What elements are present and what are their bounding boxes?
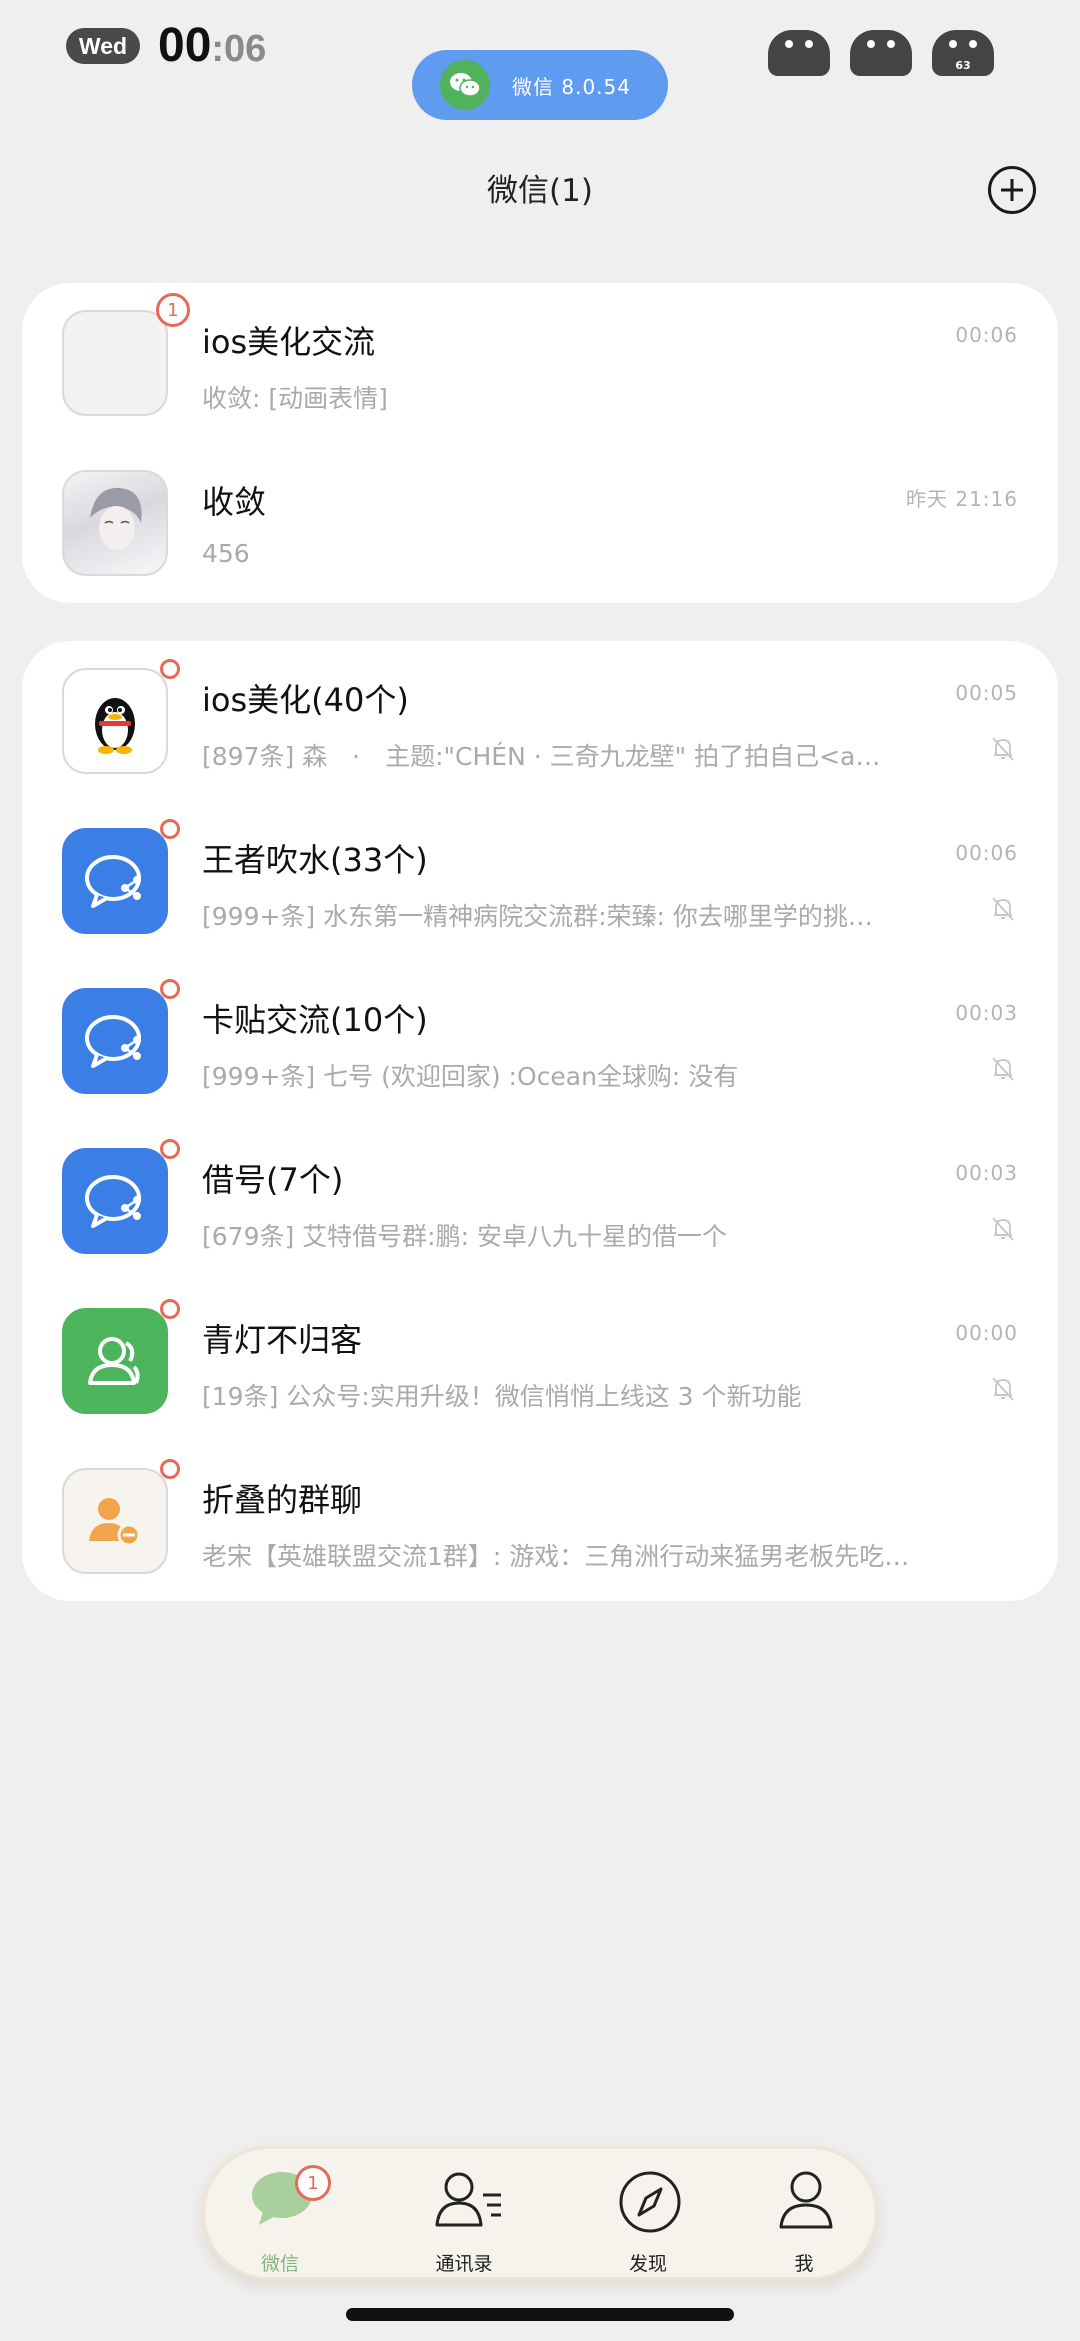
chat-title: 王者吹水(33个) [202, 841, 428, 879]
contact-avatar [62, 470, 168, 576]
chat-time: 00:03 [955, 1001, 1018, 1025]
chat-preview: [679条] 艾特借号群:鹏: 安卓八九十星的借一个 [202, 1222, 727, 1251]
battery-pet-icon: 63 [932, 30, 994, 76]
unread-dot [160, 1459, 180, 1479]
chat-row-shoulian[interactable]: 收敛 456 昨天 21:16 [22, 443, 1058, 603]
unread-badge: 1 [156, 293, 190, 327]
chat-time: 00:06 [955, 323, 1018, 347]
chat-title: ios美化交流 [202, 323, 376, 361]
add-button[interactable] [988, 166, 1036, 214]
weekday-pill: Wed [66, 28, 140, 64]
group-avatar [62, 310, 168, 416]
official-account-avatar [62, 1308, 168, 1414]
chat-row-qingdeng[interactable]: 青灯不归客 [19条] 公众号:实用升级！微信悄悄上线这 3 个新功能 00:0… [22, 1281, 1058, 1441]
group-chat-bubble-icon [85, 855, 141, 908]
status-bar: Wed 00:06 微信 8.0.54 63 [0, 0, 1080, 120]
unread-dot [160, 1139, 180, 1159]
chat-title: 收敛 [202, 483, 267, 521]
qq-penguin-icon [95, 698, 135, 754]
chat-time: 00:05 [955, 681, 1018, 705]
chat-row-jiehao[interactable]: 借号(7个) [679条] 艾特借号群:鹏: 安卓八九十星的借一个 00:03 [22, 1121, 1058, 1281]
mute-bell-icon [992, 897, 1014, 921]
wifi-pet-icon [850, 30, 912, 76]
tab-unread-badge: 1 [295, 2165, 331, 2201]
mute-bell-icon [992, 1377, 1014, 1401]
chat-time: 00:06 [955, 841, 1018, 865]
bottom-tab-bar: 1 微信 通讯录 发现 我 [202, 2146, 878, 2280]
chat-title: 借号(7个) [202, 1161, 344, 1199]
plus-icon [1001, 179, 1023, 201]
chat-row-wangzhe[interactable]: 王者吹水(33个) [999+条] 水东第一精神病院交流群:荣臻: 你去哪里学的… [22, 801, 1058, 961]
tab-label: 通讯录 [435, 2253, 493, 2275]
status-icons: 63 [768, 30, 994, 76]
battery-level: 63 [955, 59, 971, 72]
unread-dot [160, 659, 180, 679]
unread-dot [160, 1299, 180, 1319]
portrait-image [90, 487, 142, 550]
pinned-chats-card: 1 ios美化交流 收敛: [动画表情] 00:06 收敛 456 昨天 21:… [22, 283, 1058, 603]
page-title: 微信(1) [487, 173, 593, 209]
chat-row-ios-beautify[interactable]: 1 ios美化交流 收敛: [动画表情] 00:06 [22, 283, 1058, 443]
group-chat-bubble-icon [85, 1175, 141, 1228]
clock-minute: :06 [211, 28, 267, 70]
compass-icon [619, 2171, 681, 2233]
chat-title: ios美化(40个) [202, 681, 409, 719]
chat-preview: [999+条] 水东第一精神病院交流群:荣臻: 你去哪里学的挑… [202, 902, 873, 931]
tab-label: 发现 [628, 2253, 667, 2275]
chat-row-ios-group[interactable]: ios美化(40个) [897条] 森 · 主题:"CHÉN · 三奇九龙壁" … [22, 641, 1058, 801]
tab-discover[interactable]: 发现 [583, 2159, 713, 2275]
group-chat-avatar [62, 828, 168, 934]
tab-contacts[interactable]: 通讯录 [399, 2159, 529, 2275]
qq-penguin-avatar [62, 668, 168, 774]
wechat-logo-icon [440, 60, 490, 110]
chat-preview: [19条] 公众号:实用升级！微信悄悄上线这 3 个新功能 [202, 1382, 802, 1411]
folded-groups-avatar [62, 1468, 168, 1574]
chat-time: 00:03 [955, 1161, 1018, 1185]
wechat-version-pill[interactable]: 微信 8.0.54 [412, 50, 668, 120]
chat-preview: [897条] 森 · 主题:"CHÉN · 三奇九龙壁" 拍了拍自己<a… [202, 742, 881, 771]
chat-title: 卡贴交流(10个) [202, 1001, 428, 1039]
chat-preview: 456 [202, 539, 250, 568]
tab-chats[interactable]: 1 微信 [215, 2159, 345, 2275]
contacts-icon [435, 2172, 501, 2227]
group-chats-card: ios美化(40个) [897条] 森 · 主题:"CHÉN · 三奇九龙壁" … [22, 641, 1058, 1601]
chat-preview: 老宋【英雄联盟交流1群】: 游戏：三角洲行动来猛男老板先吃… [202, 1542, 910, 1571]
contact-person-icon [88, 1337, 140, 1385]
tab-label: 我 [794, 2253, 814, 2275]
chat-preview: [999+条] 七号 (欢迎回家) :Ocean全球购: 没有 [202, 1062, 739, 1091]
chat-title: 青灯不归客 [202, 1321, 363, 1359]
group-chat-avatar [62, 988, 168, 1094]
unread-dot [160, 979, 180, 999]
home-indicator[interactable] [346, 2308, 734, 2321]
chat-time: 昨天 21:16 [906, 487, 1018, 511]
mute-bell-icon [992, 1057, 1014, 1081]
chat-row-folded-groups[interactable]: 折叠的群聊 老宋【英雄联盟交流1群】: 游戏：三角洲行动来猛男老板先吃… [22, 1441, 1058, 1601]
chat-row-katie[interactable]: 卡贴交流(10个) [999+条] 七号 (欢迎回家) :Ocean全球购: 没… [22, 961, 1058, 1121]
chat-time: 00:00 [955, 1321, 1018, 1345]
clock-hour: 00 [158, 19, 212, 72]
tab-label: 微信 [260, 2253, 299, 2275]
chat-preview: 收敛: [动画表情] [202, 384, 388, 413]
group-chat-avatar [62, 1148, 168, 1254]
tab-me[interactable]: 我 [739, 2159, 869, 2275]
wechat-version-label: 微信 8.0.54 [512, 74, 631, 99]
mute-bell-icon [992, 1217, 1014, 1241]
unread-dot [160, 819, 180, 839]
group-chat-bubble-icon [85, 1015, 141, 1068]
clock: 00:06 [158, 18, 266, 73]
mute-bell-icon [992, 737, 1014, 761]
person-icon [779, 2171, 833, 2229]
folded-group-icon [89, 1498, 141, 1547]
chat-title: 折叠的群聊 [202, 1481, 363, 1519]
signal-pet-icon [768, 30, 830, 76]
